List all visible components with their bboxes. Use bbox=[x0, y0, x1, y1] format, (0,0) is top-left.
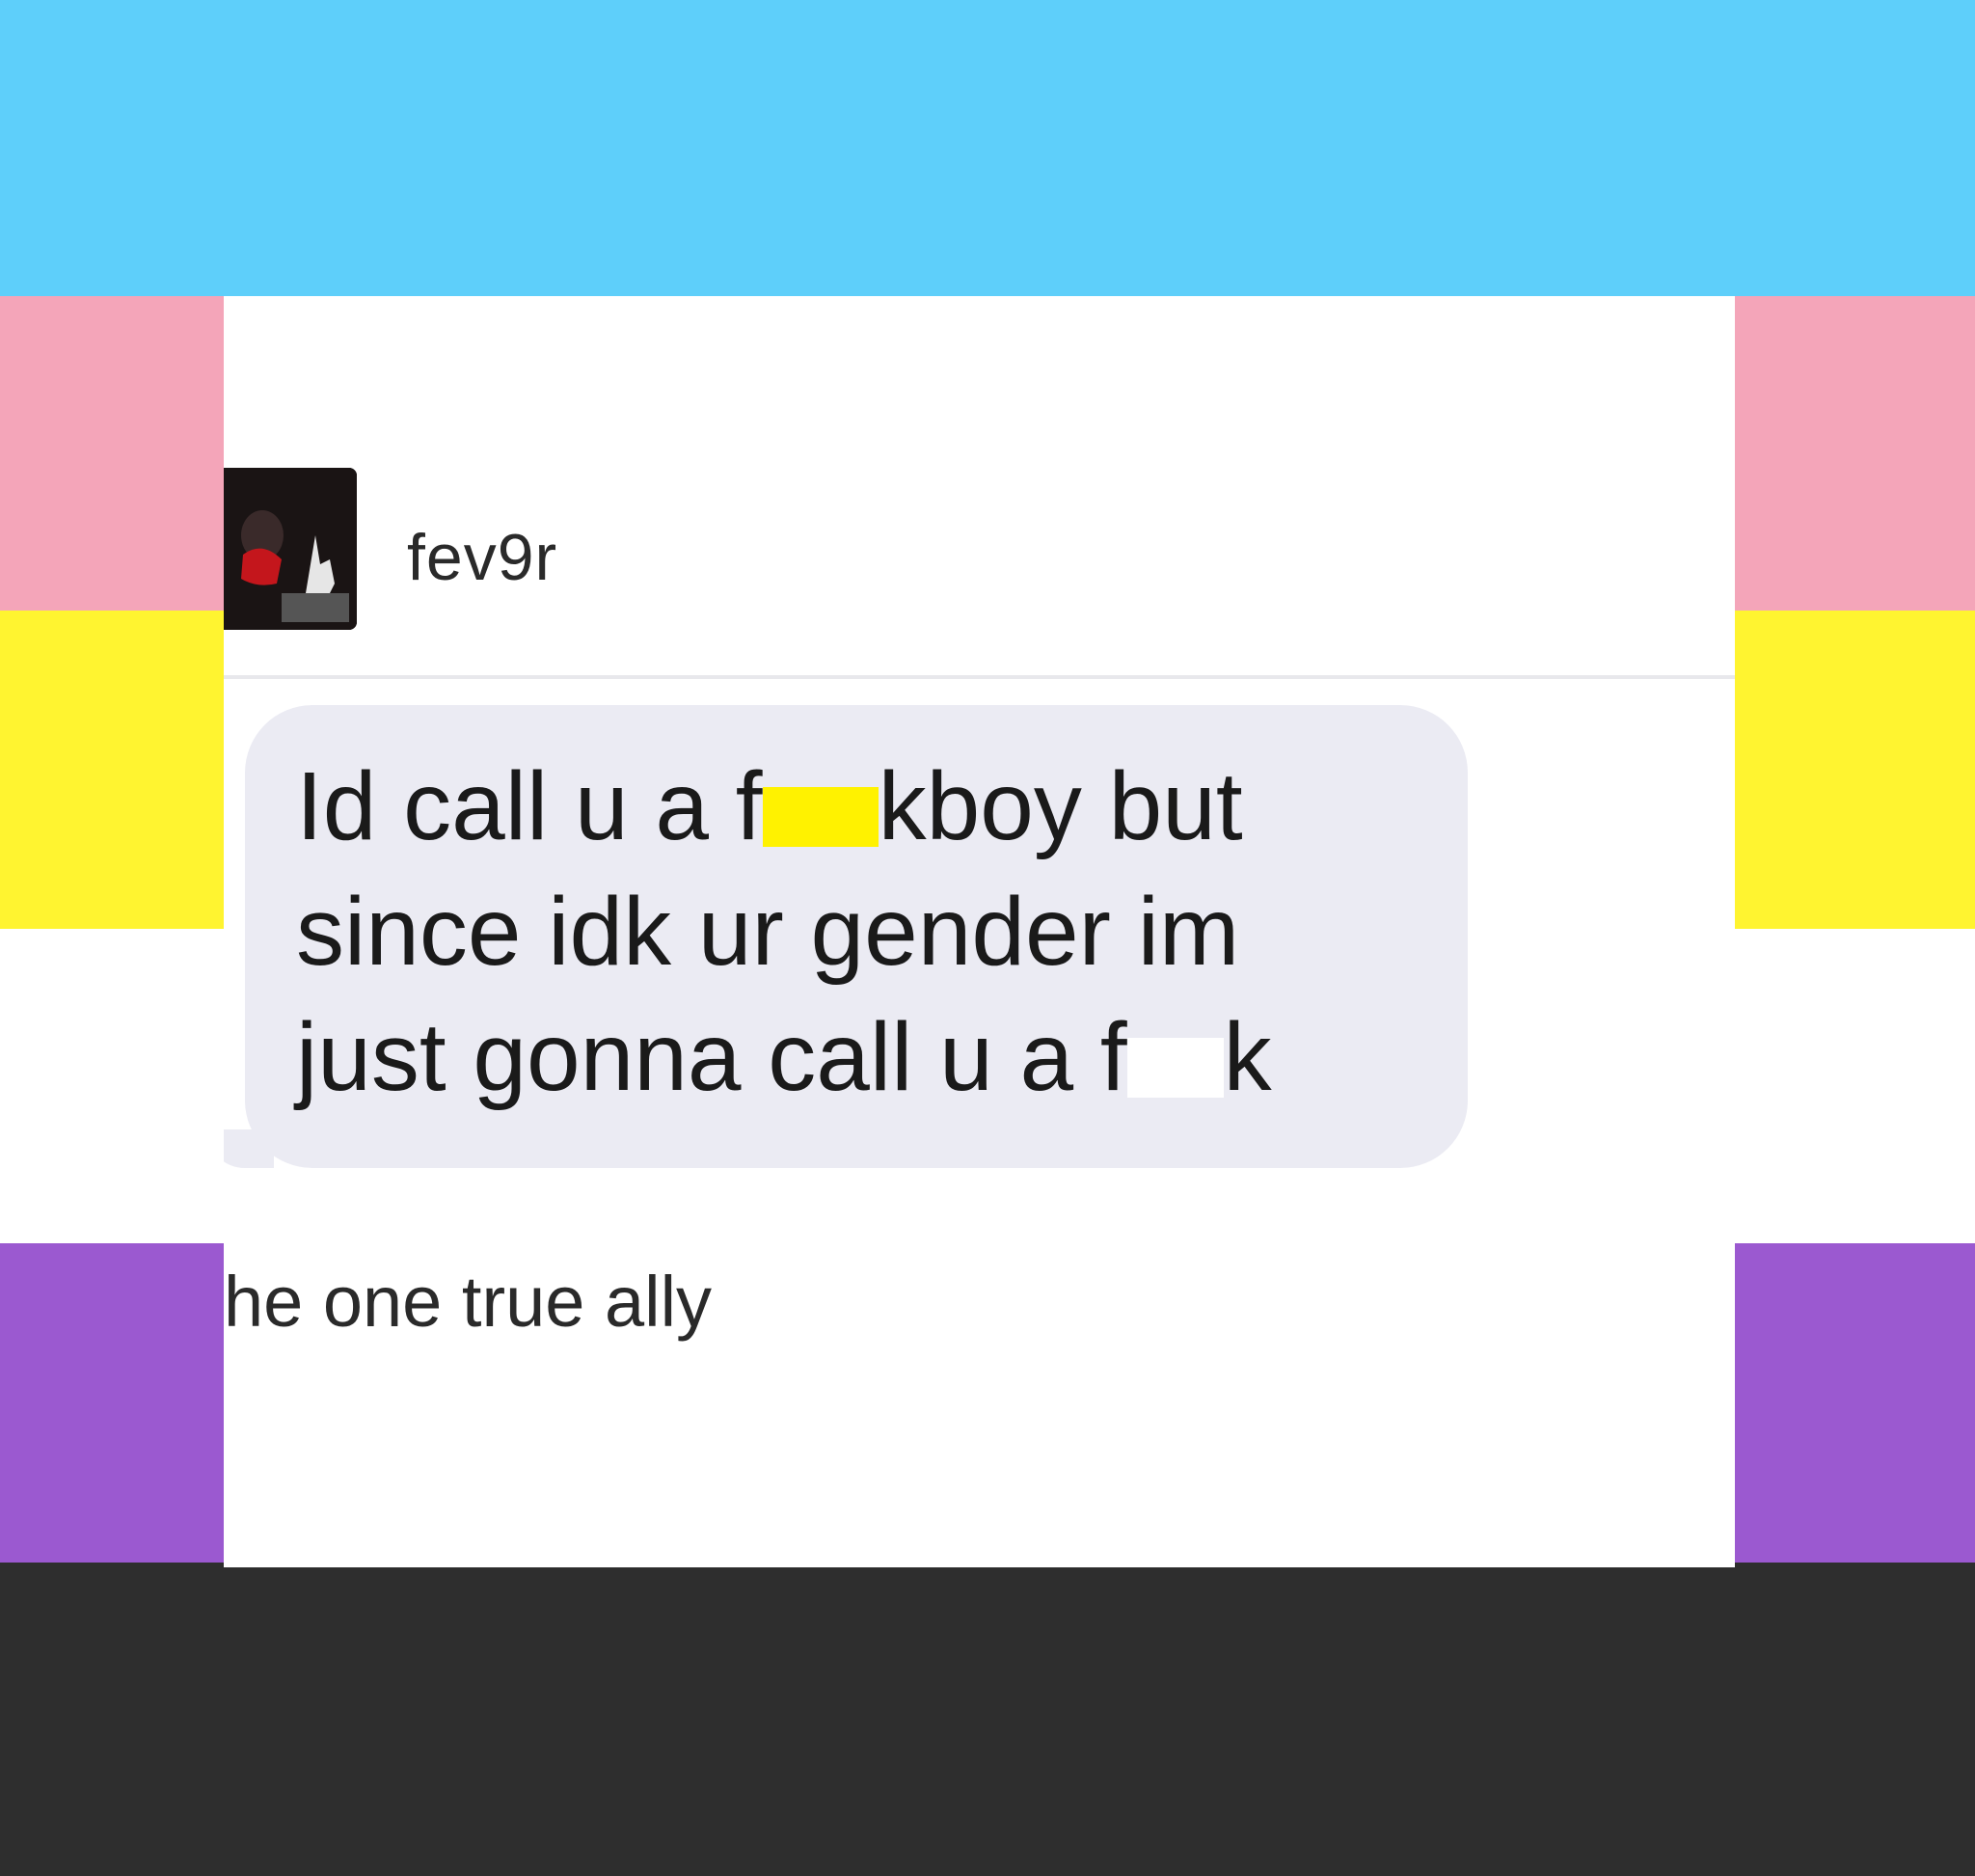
censor-bar-white bbox=[1126, 1038, 1224, 1098]
divider bbox=[224, 675, 1735, 679]
post-caption: he one true ally bbox=[224, 1262, 713, 1342]
message-line3-end: k bbox=[1223, 1003, 1272, 1111]
censor-bar-yellow bbox=[762, 787, 879, 847]
message-line3-start: just gonna call u a f bbox=[296, 1003, 1127, 1111]
message-line1-end: kboy but bbox=[878, 752, 1243, 860]
message-bubble: Id call u a f kboy but since idk ur gende… bbox=[224, 705, 1468, 1168]
bubble-tail bbox=[224, 1129, 274, 1168]
user-avatar-icon bbox=[224, 468, 357, 630]
message-line1-start: Id call u a f bbox=[296, 752, 763, 860]
username[interactable]: fev9r bbox=[407, 520, 557, 595]
message-text: Id call u a f kboy but since idk ur gende… bbox=[296, 744, 1453, 1120]
flag-stripe-black bbox=[0, 1563, 1975, 1876]
avatar[interactable] bbox=[224, 468, 357, 630]
message-line2: since idk ur gender im bbox=[296, 878, 1240, 986]
post-card: fev9r Id call u a f kboy but since idk ur… bbox=[224, 296, 1735, 1567]
flag-stripe-blue bbox=[0, 0, 1975, 296]
